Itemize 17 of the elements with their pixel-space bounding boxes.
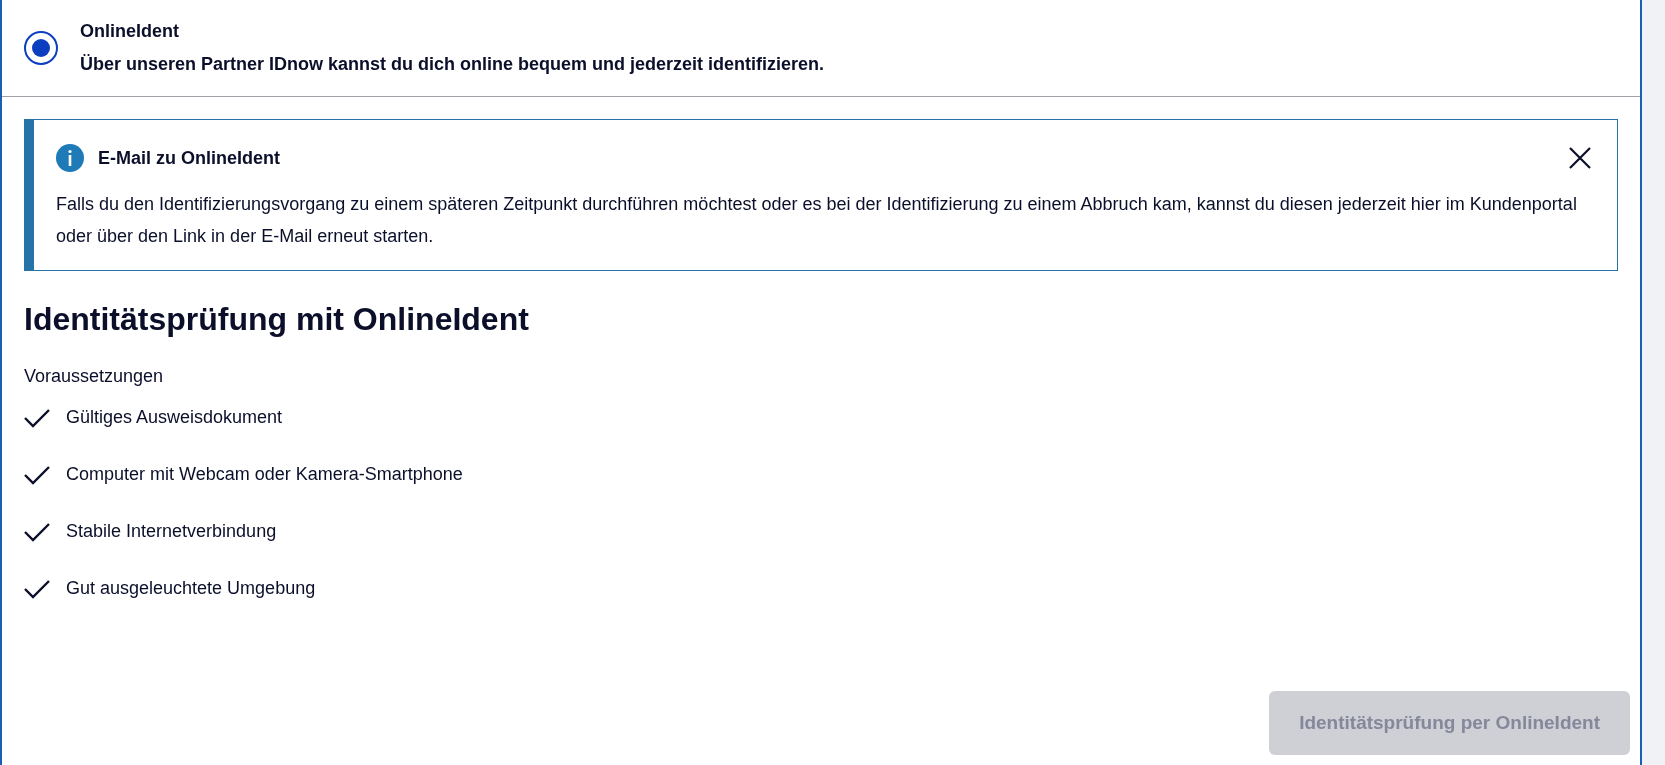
requirement-text: Computer mit Webcam oder Kamera-Smartphone bbox=[66, 463, 463, 486]
close-button[interactable] bbox=[1567, 145, 1593, 171]
check-icon bbox=[24, 521, 50, 542]
check-icon bbox=[24, 407, 50, 428]
check-icon bbox=[24, 578, 50, 599]
info-text: Falls du den Identifizierungsvorgang zu einem späteren Zeitpunkt durchführen möchtest oder es bei der Identifizierung zu einem Abbruch kam, kannst du diesen jederzeit hier im Kundenportal oder über den Link in der E-Mail erneut starten. bbox=[56, 193, 1578, 248]
check-icon bbox=[24, 464, 50, 485]
info-title: E-Mail zu OnlineIdent bbox=[98, 146, 280, 170]
option-title: OnlineIdent bbox=[80, 20, 180, 43]
section-heading: Identitätsprüfung mit OnlineIdent bbox=[24, 300, 530, 339]
requirement-text: Gut ausgeleuchtete Umgebung bbox=[66, 577, 316, 600]
info-icon bbox=[56, 144, 84, 172]
radio-button[interactable] bbox=[24, 31, 58, 65]
requirements-label: Voraussetzungen bbox=[24, 365, 165, 388]
requirement-text: Gültiges Ausweisdokument bbox=[66, 406, 283, 429]
requirement-text: Stabile Internetverbindung bbox=[66, 520, 277, 543]
option-description: Über unseren Partner IDnow kannst du dich online bequem und jederzeit identifizieren. bbox=[80, 53, 825, 76]
